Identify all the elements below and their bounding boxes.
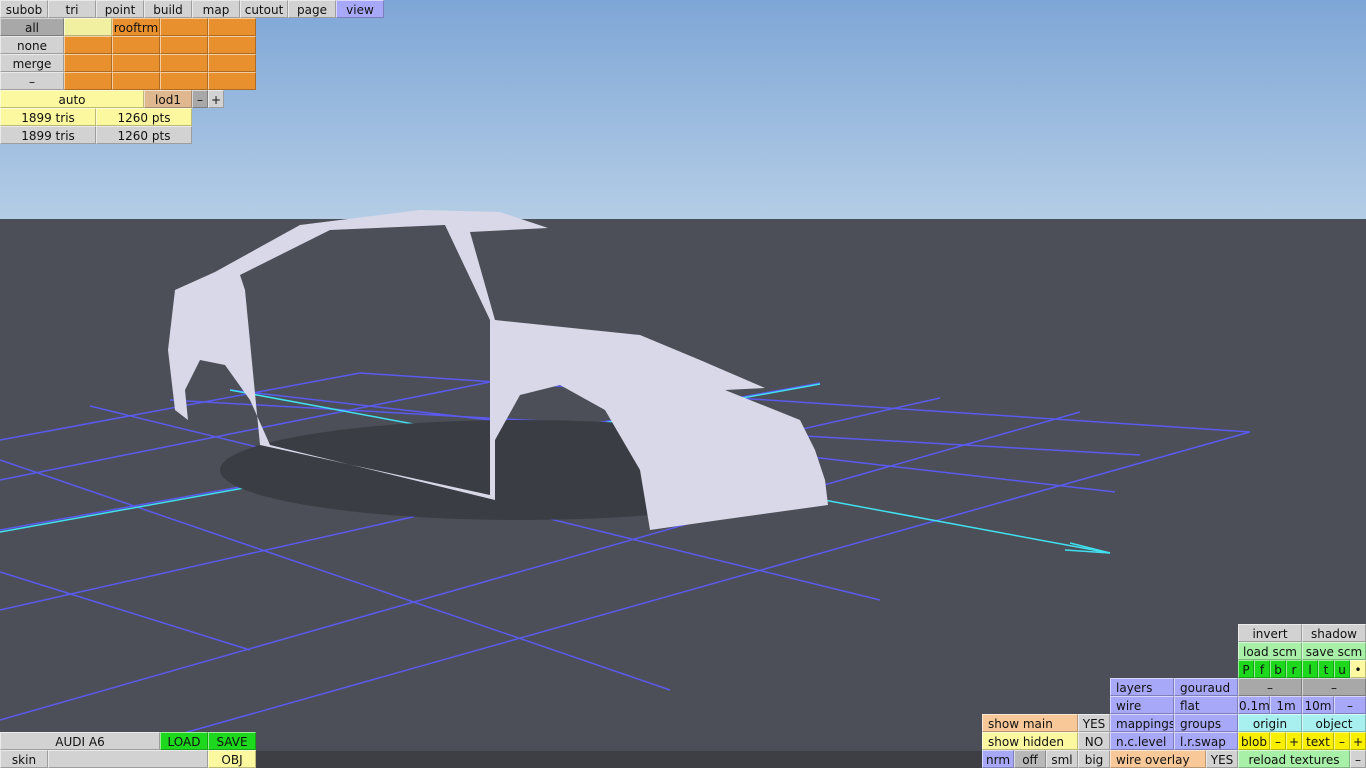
tab-point[interactable]: point bbox=[96, 0, 144, 18]
subobject-slot[interactable] bbox=[112, 36, 160, 54]
invert-button[interactable]: invert bbox=[1238, 624, 1302, 642]
skin-label: skin bbox=[0, 750, 48, 768]
subobject-slot[interactable] bbox=[112, 54, 160, 72]
lod-level[interactable]: lod1 bbox=[144, 90, 192, 108]
subobject-slot[interactable] bbox=[160, 36, 208, 54]
subobject-slot[interactable] bbox=[64, 36, 112, 54]
text-button[interactable]: text bbox=[1302, 732, 1334, 750]
view-under-button[interactable]: u bbox=[1334, 660, 1350, 678]
show-hidden-toggle[interactable]: NO bbox=[1078, 732, 1110, 750]
view-back-button[interactable]: b bbox=[1270, 660, 1286, 678]
nc-level-button[interactable]: n.c.level bbox=[1110, 732, 1174, 750]
subobject-slot[interactable] bbox=[208, 36, 256, 54]
subobject-slot[interactable] bbox=[112, 72, 160, 90]
view-top-button[interactable]: t bbox=[1318, 660, 1334, 678]
obj-export-button[interactable]: OBJ bbox=[208, 750, 256, 768]
view-dot-button[interactable]: • bbox=[1350, 660, 1366, 678]
tab-tri[interactable]: tri bbox=[48, 0, 96, 18]
flat-button[interactable]: flat bbox=[1174, 696, 1238, 714]
view-left-button[interactable]: l bbox=[1302, 660, 1318, 678]
tri-count: 1899 tris bbox=[0, 108, 96, 126]
gouraud-button[interactable]: gouraud bbox=[1174, 678, 1238, 696]
wire-button[interactable]: wire bbox=[1110, 696, 1174, 714]
view-right-button[interactable]: r bbox=[1286, 660, 1302, 678]
load-scm-button[interactable]: load scm bbox=[1238, 642, 1302, 660]
groups-button[interactable]: groups bbox=[1174, 714, 1238, 732]
subobject-slot-rooftrm[interactable]: rooftrm bbox=[112, 18, 160, 36]
origin-button[interactable]: origin bbox=[1238, 714, 1302, 732]
viewport-3d[interactable] bbox=[0, 0, 1366, 768]
reload-minus-button[interactable]: – bbox=[1350, 750, 1366, 768]
tab-map[interactable]: map bbox=[192, 0, 240, 18]
model-name[interactable]: AUDI A6 bbox=[0, 732, 160, 750]
show-hidden-button[interactable]: show hidden bbox=[982, 732, 1078, 750]
tab-build[interactable]: build bbox=[144, 0, 192, 18]
lod-plus-button[interactable]: + bbox=[208, 90, 224, 108]
text-plus-button[interactable]: + bbox=[1350, 732, 1366, 750]
tab-cutout[interactable]: cutout bbox=[240, 0, 288, 18]
size-big-button[interactable]: big bbox=[1078, 750, 1110, 768]
subobject-slot[interactable] bbox=[208, 72, 256, 90]
wire-overlay-toggle[interactable]: YES bbox=[1206, 750, 1238, 768]
show-main-toggle[interactable]: YES bbox=[1078, 714, 1110, 732]
car-body-model bbox=[168, 210, 828, 530]
grid-off-button[interactable]: – bbox=[1334, 696, 1366, 714]
wire-overlay-button[interactable]: wire overlay bbox=[1110, 750, 1206, 768]
total-tri-count: 1899 tris bbox=[0, 126, 96, 144]
subobject-slot[interactable] bbox=[208, 54, 256, 72]
text-minus-button[interactable]: – bbox=[1334, 732, 1350, 750]
lod-mode-button[interactable]: auto bbox=[0, 90, 144, 108]
object-button[interactable]: object bbox=[1302, 714, 1366, 732]
dash-button[interactable]: – bbox=[1302, 678, 1366, 696]
save-scm-button[interactable]: save scm bbox=[1302, 642, 1366, 660]
lr-swap-button[interactable]: l.r.swap bbox=[1174, 732, 1238, 750]
lod-minus-button[interactable]: – bbox=[192, 90, 208, 108]
subobject-slot[interactable] bbox=[64, 54, 112, 72]
point-count: 1260 pts bbox=[96, 108, 192, 126]
grid-0-1m-button[interactable]: 0.1m bbox=[1238, 696, 1270, 714]
blob-minus-button[interactable]: – bbox=[1270, 732, 1286, 750]
size-sml-button[interactable]: sml bbox=[1046, 750, 1078, 768]
merge-button[interactable]: merge bbox=[0, 54, 64, 72]
layers-button[interactable]: layers bbox=[1110, 678, 1174, 696]
blob-button[interactable]: blob bbox=[1238, 732, 1270, 750]
reload-textures-button[interactable]: reload textures bbox=[1238, 750, 1350, 768]
subobject-slot[interactable] bbox=[160, 18, 208, 36]
tab-subob[interactable]: subob bbox=[0, 0, 48, 18]
subobject-slot[interactable] bbox=[160, 72, 208, 90]
subobject-slot-selected[interactable] bbox=[64, 18, 112, 36]
load-button[interactable]: LOAD bbox=[160, 732, 208, 750]
mappings-button[interactable]: mappings bbox=[1110, 714, 1174, 732]
grid-1m-button[interactable]: 1m bbox=[1270, 696, 1302, 714]
grid-10m-button[interactable]: 10m bbox=[1302, 696, 1334, 714]
shadow-button[interactable]: shadow bbox=[1302, 624, 1366, 642]
dash-button[interactable]: – bbox=[1238, 678, 1302, 696]
subobject-slot[interactable] bbox=[208, 18, 256, 36]
skin-input[interactable] bbox=[48, 750, 208, 768]
view-front-button[interactable]: f bbox=[1254, 660, 1270, 678]
save-button[interactable]: SAVE bbox=[208, 732, 256, 750]
tab-view[interactable]: view bbox=[336, 0, 384, 18]
show-main-button[interactable]: show main bbox=[982, 714, 1078, 732]
size-nrm-button[interactable]: nrm bbox=[982, 750, 1014, 768]
subobject-slot[interactable] bbox=[64, 72, 112, 90]
select-none-button[interactable]: none bbox=[0, 36, 64, 54]
size-off-button[interactable]: off bbox=[1014, 750, 1046, 768]
blob-plus-button[interactable]: + bbox=[1286, 732, 1302, 750]
total-point-count: 1260 pts bbox=[96, 126, 192, 144]
subobject-slot[interactable] bbox=[160, 54, 208, 72]
tab-page[interactable]: page bbox=[288, 0, 336, 18]
view-perspective-button[interactable]: P bbox=[1238, 660, 1254, 678]
select-all-button[interactable]: all bbox=[0, 18, 64, 36]
dash-button[interactable]: – bbox=[0, 72, 64, 90]
